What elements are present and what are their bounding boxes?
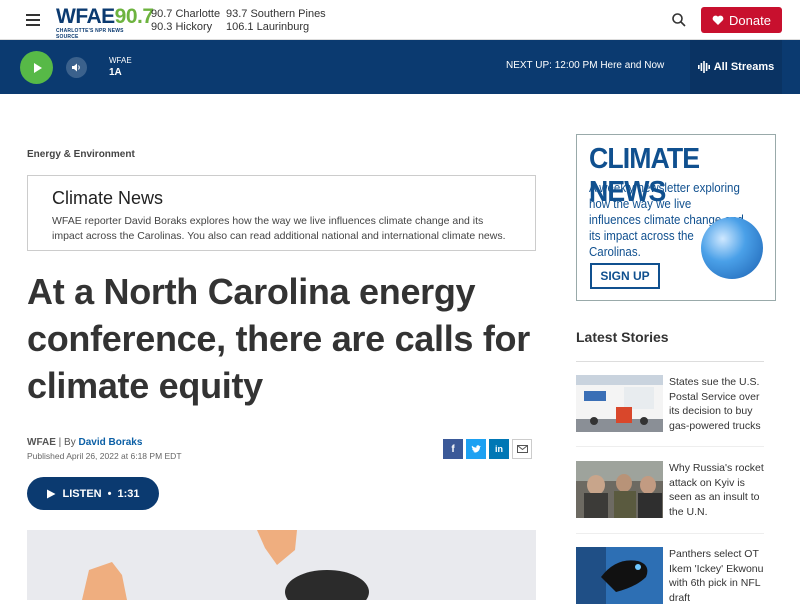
article-photo: [27, 530, 536, 600]
divider: [576, 446, 764, 447]
share-buttons: f in: [443, 439, 532, 459]
byline-separator: | By: [55, 437, 79, 448]
story-title[interactable]: Why Russia's rocket attack on Kyiv is se…: [669, 461, 765, 519]
play-icon: [47, 489, 56, 498]
listen-button[interactable]: LISTEN • 1:31: [27, 477, 159, 510]
story-thumbnail[interactable]: [576, 461, 663, 518]
logo-text: WFAE: [56, 5, 115, 28]
donate-label: Donate: [729, 12, 771, 28]
freq-southern-pines: 93.7 Southern Pines: [226, 8, 326, 20]
frequencies: 90.7 Charlotte 93.7 Southern Pines 90.3 H…: [151, 8, 326, 34]
listen-label: LISTEN: [62, 487, 102, 500]
freq-laurinburg: 106.1 Laurinburg: [226, 21, 310, 33]
story-title[interactable]: States sue the U.S. Postal Service over …: [669, 375, 765, 433]
story-thumbnail[interactable]: [576, 375, 663, 432]
divider: [576, 533, 764, 534]
logo-tagline: CHARLOTTE'S NPR NEWS SOURCE: [56, 28, 124, 40]
donate-button[interactable]: Donate: [701, 7, 782, 33]
listen-duration: 1:31: [117, 487, 140, 500]
freq-hickory: 90.3 Hickory: [151, 21, 213, 33]
listen-dot: •: [107, 487, 112, 500]
facebook-icon[interactable]: f: [443, 439, 463, 459]
twitter-icon[interactable]: [466, 439, 486, 459]
series-description: WFAE reporter David Boraks explores how …: [52, 215, 506, 242]
author-link[interactable]: David Boraks: [79, 437, 143, 448]
now-playing: WFAE 1A: [109, 56, 132, 80]
menu-icon[interactable]: [26, 14, 40, 26]
freq-charlotte: 90.7 Charlotte: [151, 8, 221, 20]
volume-button[interactable]: [66, 57, 87, 78]
sign-up-button[interactable]: SIGN UP: [590, 263, 660, 289]
play-icon: [33, 62, 42, 73]
heart-icon: [712, 15, 724, 25]
article-category[interactable]: Energy & Environment: [27, 149, 135, 160]
latest-stories-heading: Latest Stories: [576, 329, 669, 345]
all-streams-label: All Streams: [713, 61, 775, 73]
play-button[interactable]: [20, 51, 53, 84]
byline: WFAE | By David Boraks: [27, 437, 142, 448]
linkedin-icon[interactable]: in: [489, 439, 509, 459]
next-up-program[interactable]: Here and Now: [600, 60, 664, 71]
all-streams-button[interactable]: All Streams: [690, 40, 782, 94]
article-headline: At a North Carolina energy conference, t…: [27, 271, 530, 406]
climate-newsletter-ad[interactable]: CLIMATE NEWS A weekly newsletter explori…: [576, 134, 776, 301]
series-box: Climate News WFAE reporter David Boraks …: [27, 175, 536, 251]
next-up-time: NEXT UP: 12:00 PM: [506, 60, 598, 71]
divider: [576, 361, 764, 362]
publish-date: Published April 26, 2022 at 6:18 PM EDT: [27, 451, 182, 461]
station-label: WFAE: [109, 56, 132, 65]
volume-icon: [72, 63, 80, 72]
byline-org: WFAE: [27, 437, 56, 448]
program-name: 1A: [109, 67, 122, 78]
story-thumbnail[interactable]: [576, 547, 663, 604]
next-up: NEXT UP: 12:00 PM Here and Now: [506, 60, 664, 71]
email-icon[interactable]: [512, 439, 532, 459]
story-title[interactable]: Panthers select OT Ikem 'Ickey' Ekwonu w…: [669, 547, 765, 605]
logo-number: 90.7: [114, 5, 154, 28]
globe-icon: [701, 217, 763, 279]
top-bar: WFAE90.7 CHARLOTTE'S NPR NEWS SOURCE 90.…: [0, 0, 800, 40]
site-logo[interactable]: WFAE90.7 CHARLOTTE'S NPR NEWS SOURCE: [56, 5, 154, 41]
audio-player-bar: WFAE 1A NEXT UP: 12:00 PM Here and Now A…: [0, 40, 800, 94]
search-icon[interactable]: [671, 12, 687, 28]
audio-bars-icon: [697, 61, 710, 73]
series-title[interactable]: Climate News: [52, 188, 511, 209]
